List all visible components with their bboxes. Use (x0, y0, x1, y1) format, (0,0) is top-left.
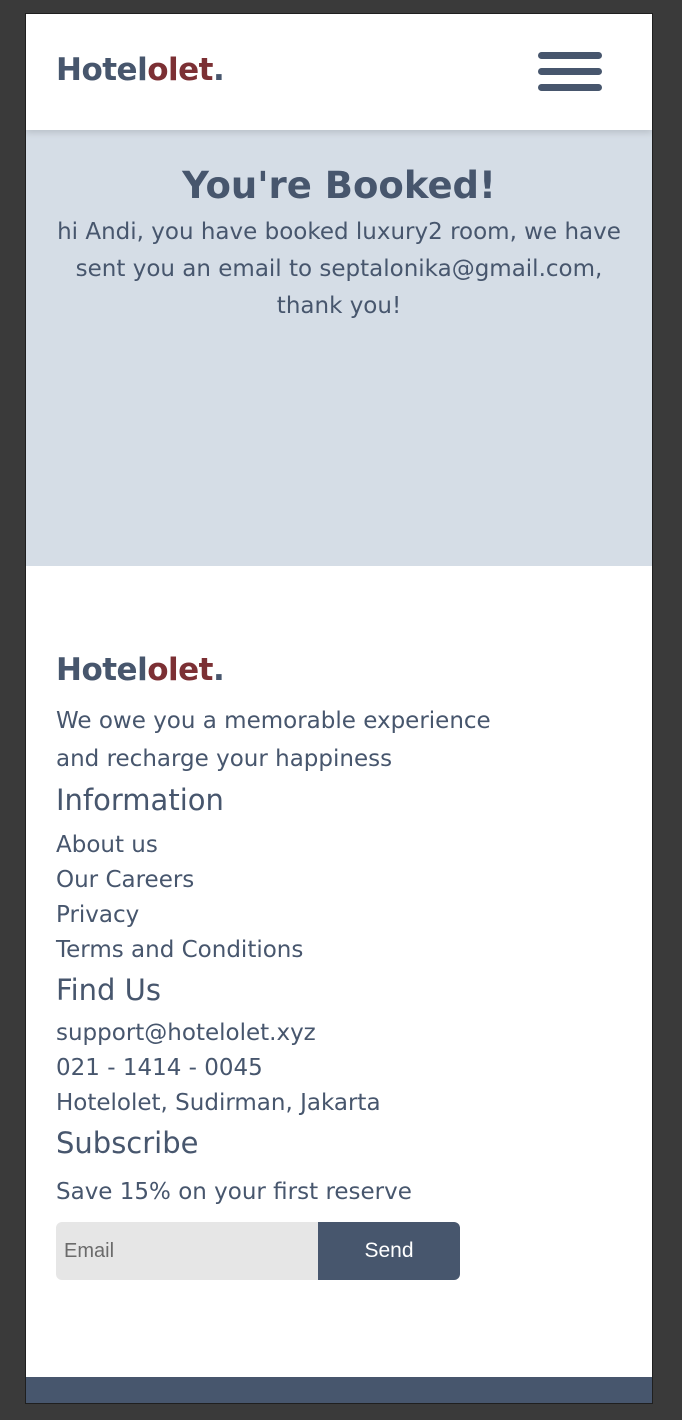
subscribe-form: Send (56, 1222, 460, 1280)
footer-brand-name-main: Hotel (56, 652, 148, 688)
terms-and-conditions-link[interactable]: Terms and Conditions (56, 937, 303, 963)
privacy-link[interactable]: Privacy (56, 902, 139, 928)
confirmation-message: hi Andi, you have booked luxury2 room, w… (57, 219, 621, 319)
subscribe-heading: Subscribe (56, 1126, 199, 1160)
brand-name-dot: . (213, 52, 225, 88)
page-frame: Hotelolet. You're Booked! hi Andi, you h… (25, 13, 653, 1404)
hamburger-line-middle (538, 68, 602, 75)
brand-name-main: Hotel (56, 52, 148, 88)
list-item: Terms and Conditions (56, 933, 626, 968)
hamburger-menu-icon[interactable] (538, 50, 602, 92)
phone-number: 021 - 1414 - 0045 (56, 1055, 263, 1081)
site-header: Hotelolet. (26, 14, 652, 130)
booking-confirmation-hero: You're Booked! hi Andi, you have booked … (26, 130, 652, 566)
footer-brand-name-accent: olet (147, 652, 213, 688)
find-us-heading: Find Us (56, 973, 161, 1007)
subscribe-offer-text: Save 15% on your first reserve (56, 1179, 412, 1205)
brand-logo[interactable]: Hotelolet. (56, 52, 225, 88)
footer-brand-name-dot: . (213, 652, 225, 688)
our-careers-link[interactable]: Our Careers (56, 867, 194, 893)
subscribe-email-input[interactable] (56, 1222, 318, 1280)
list-item: Privacy (56, 898, 626, 933)
footer-brand-logo[interactable]: Hotelolet. (56, 652, 626, 688)
tagline-line-1: We owe you a memorable experience (56, 708, 491, 734)
information-heading: Information (56, 783, 224, 817)
list-item: Our Careers (56, 863, 626, 898)
bottom-bar (26, 1377, 652, 1403)
about-us-link[interactable]: About us (56, 832, 158, 858)
address: Hotelolet, Sudirman, Jakarta (56, 1090, 381, 1116)
site-footer: Hotelolet. We owe you a memorable experi… (56, 652, 626, 1280)
find-us-list: support@hotelolet.xyz 021 - 1414 - 0045 … (56, 1016, 626, 1121)
send-button[interactable]: Send (318, 1222, 460, 1280)
tagline-line-2: and recharge your happiness (56, 746, 393, 772)
hamburger-line-top (538, 52, 602, 59)
list-item: About us (56, 828, 626, 863)
brand-name-accent: olet (147, 52, 213, 88)
hamburger-line-bottom (538, 84, 602, 91)
support-email: support@hotelolet.xyz (56, 1020, 316, 1046)
footer-tagline: We owe you a memorable experience and re… (56, 702, 626, 778)
confirmation-title: You're Booked! (182, 164, 496, 207)
information-links: About us Our Careers Privacy Terms and C… (56, 828, 626, 968)
